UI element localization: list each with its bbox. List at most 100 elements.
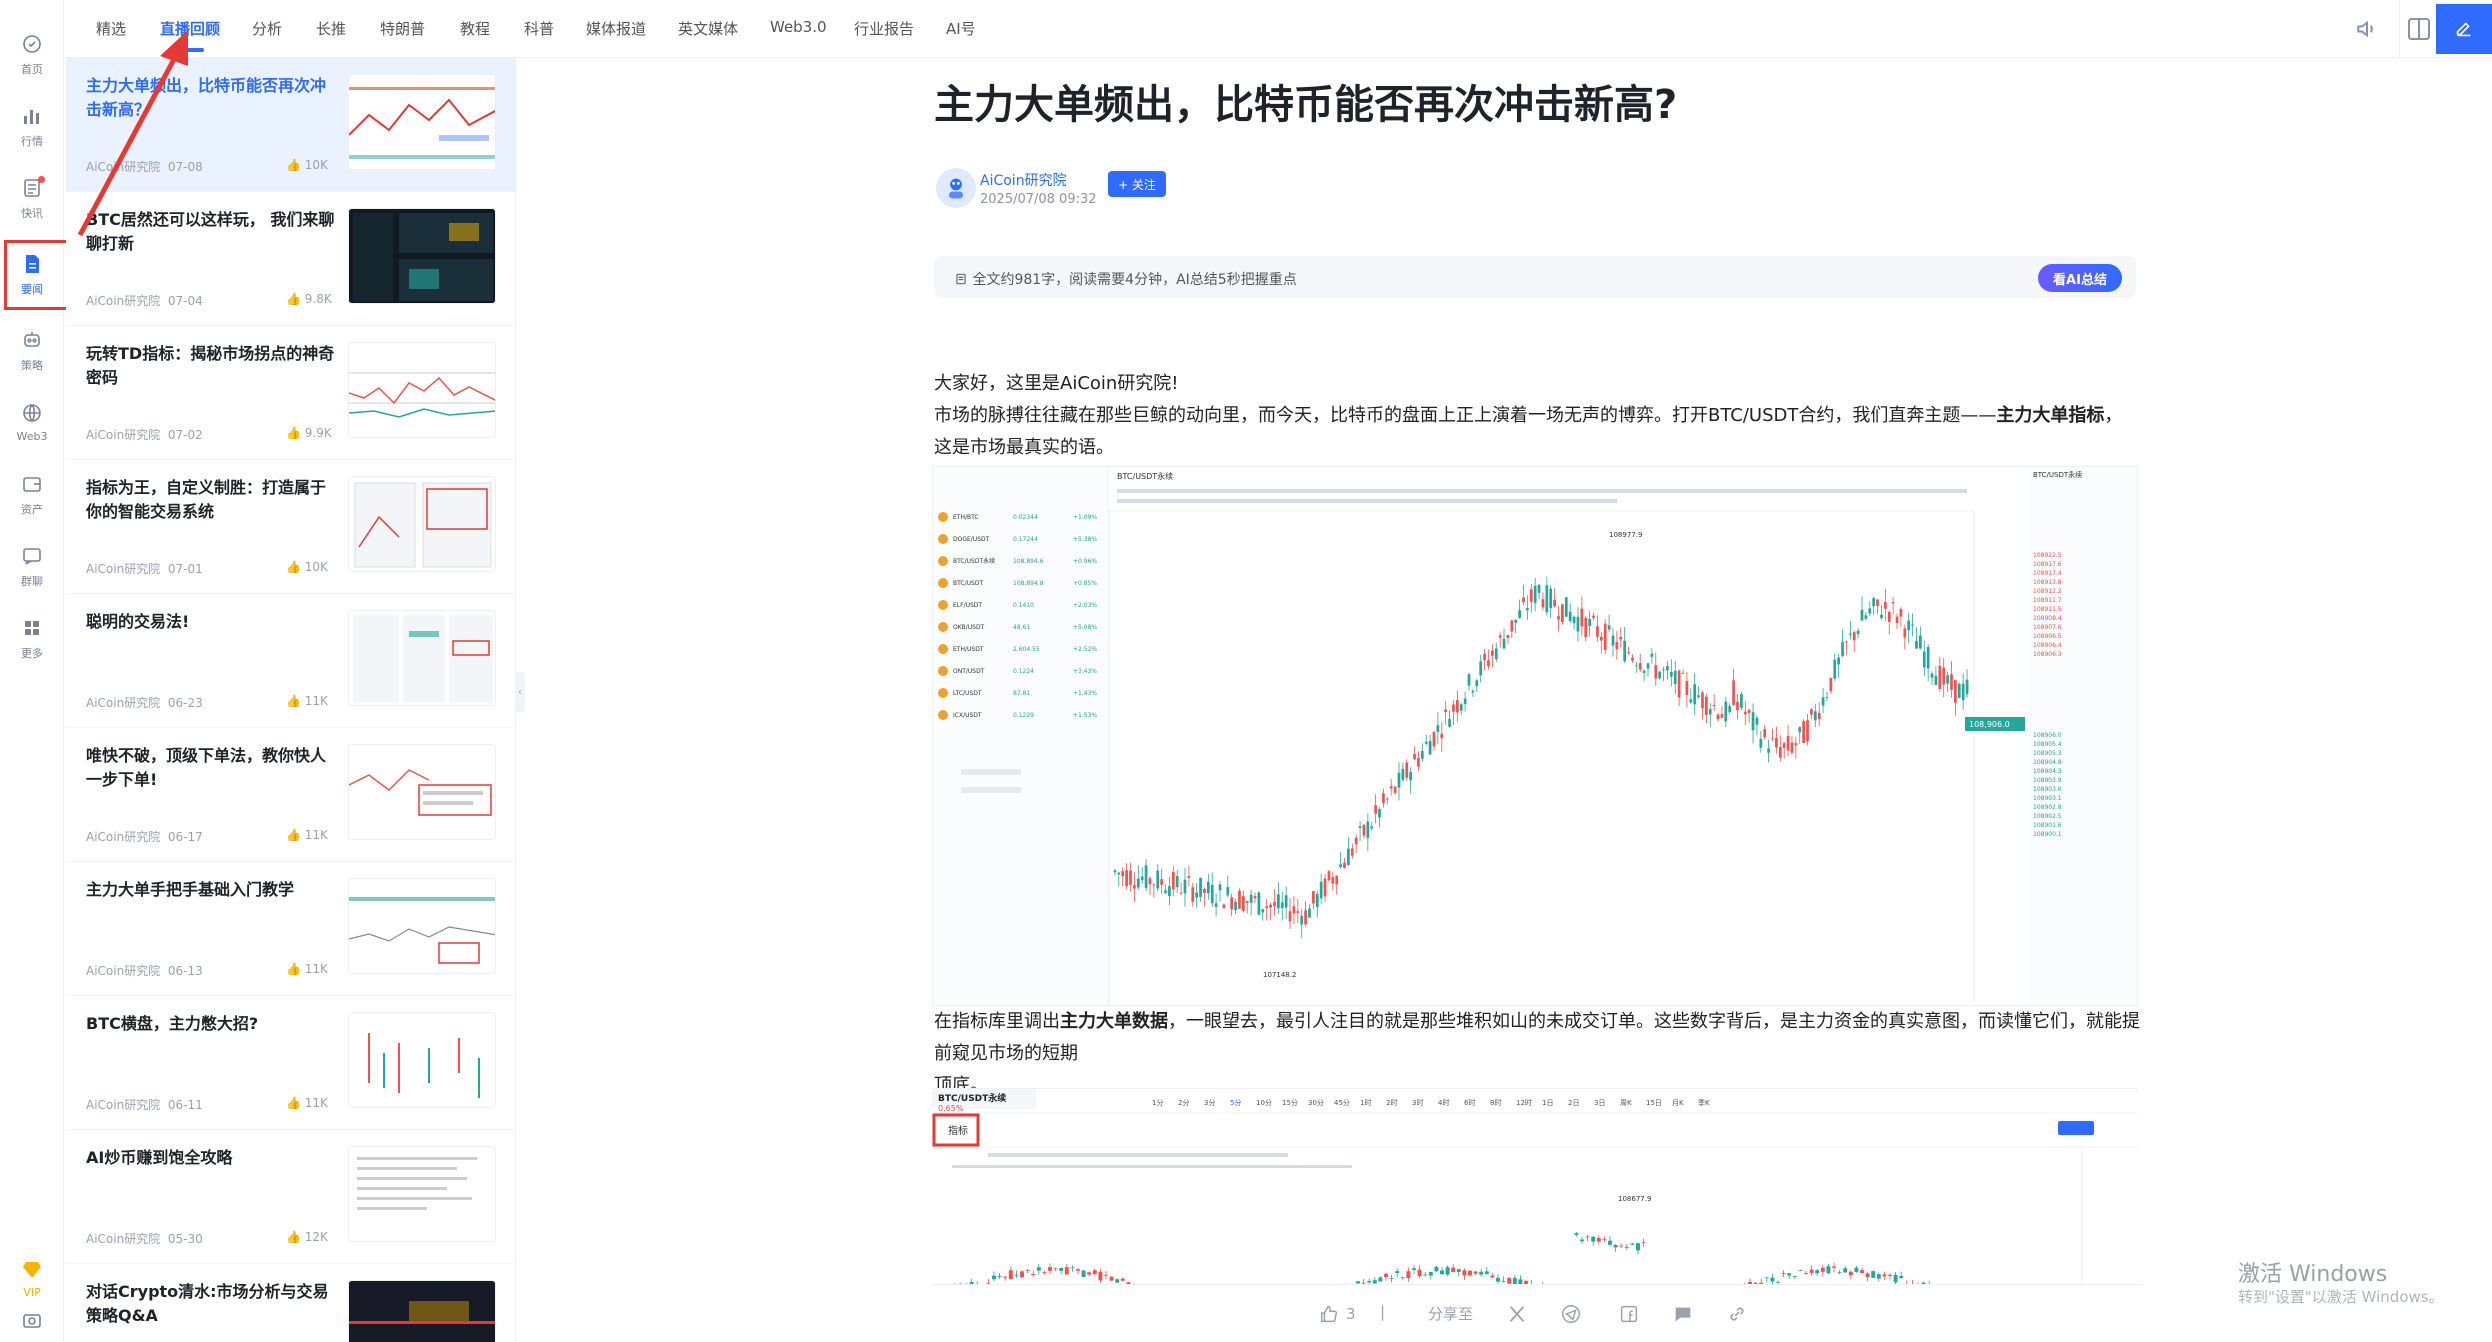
candle-body [1144,865,1148,888]
share-facebook-button[interactable] [1618,1303,1640,1325]
tab-web30[interactable]: Web3.0 [770,18,827,36]
list-item[interactable]: BTC居然还可以这样玩， 我们来聊聊打新 AiCoin研究院 07-04 👍 9… [66,192,515,326]
candle-body [1755,717,1759,725]
telegram-icon [1562,1305,1580,1323]
candle-body [1494,648,1498,660]
candle-body [1479,1271,1484,1275]
list-item-date: 06-23 [167,696,203,710]
collapse-list-handle[interactable]: ‹ [515,672,525,712]
candle-body [1802,720,1805,743]
candle-body [1740,694,1743,708]
share-message-button[interactable] [1672,1303,1694,1325]
timeframe-option: 1时 [1360,1098,1371,1107]
candle-body [1507,1277,1512,1284]
rail-camera[interactable] [0,1300,64,1340]
left-icon-rail: 首页 行情 快讯 要闻 策略 Web3 资产 群聊 更多 VIP [0,0,70,1342]
tab-english-media[interactable]: 英文媒体 [678,18,738,39]
message-icon [1675,1307,1691,1322]
tab-media[interactable]: 媒体报道 [586,18,646,39]
author-name[interactable]: AiCoin研究院 [980,170,1067,190]
shot2-change: 0.65% [938,1104,964,1113]
like-count: 3 [1346,1305,1356,1323]
watch-change: +2.03% [1073,602,1097,609]
like-button[interactable]: 3 [1318,1303,1356,1325]
candle-body [1372,1280,1377,1284]
candle-body [1284,895,1288,908]
coin-icon [938,512,948,522]
candle-body [1304,910,1307,925]
list-item-meta: AiCoin研究院 06-23 [86,694,203,711]
share-telegram-button[interactable] [1560,1303,1582,1325]
candle-body [1347,848,1350,866]
list-item[interactable]: 聪明的交易法! AiCoin研究院 06-23 👍 11K [66,594,515,728]
candle-body [1821,697,1825,706]
candle-body [1354,837,1358,845]
rail-assets[interactable]: 资产 [0,462,64,526]
rail-strategy-label: 策略 [21,358,43,372]
candle-body [1092,1270,1097,1274]
rail-market[interactable]: 行情 [0,94,64,158]
paragraph-greeting: 大家好，这里是AiCoin研究院! [934,373,1179,394]
list-item-author: AiCoin研究院 [86,696,161,710]
candle-body [1406,1271,1411,1279]
tab-ai[interactable]: AI号 [946,18,976,39]
rail-more[interactable]: 更多 [0,606,64,670]
tab-analysis[interactable]: 分析 [252,18,282,39]
candle-body [1747,709,1751,713]
list-item[interactable]: BTC横盘，主力憋大招? AiCoin研究院 06-11 👍 11K [66,996,515,1130]
tab-industry-report[interactable]: 行业报告 [854,18,914,39]
list-item[interactable]: 主力大单手把手基础入门教学 AiCoin研究院 06-13 👍 11K [66,862,515,996]
list-item[interactable]: 唯快不破，顶级下单法，教你快人一步下单! AiCoin研究院 06-17 👍 1… [66,728,515,862]
rail-home[interactable]: 首页 [0,22,64,86]
copy-link-button[interactable] [1726,1303,1748,1325]
rail-strategy[interactable]: 策略 [0,318,64,382]
candle-body [1572,616,1576,623]
list-item-title: BTC居然还可以这样玩， 我们来聊聊打新 [86,210,335,253]
list-item[interactable]: 对话Crypto清水:市场分析与交易策略Q&A [66,1264,515,1342]
candle-body [1432,732,1436,747]
list-item-views: 👍 12K [286,1230,328,1244]
candle-body [1841,642,1844,656]
candle-body [1241,896,1245,912]
list-item[interactable]: 指标为王，自定义制胜：打造属于你的智能交易系统 AiCoin研究院 07-01 … [66,460,515,594]
candle-body [1810,709,1813,715]
watch-change: +2.52% [1073,646,1097,653]
timeframe-option: 4时 [1438,1098,1449,1107]
candle-body [1148,878,1152,885]
candle-body [1462,1270,1467,1276]
tab-science[interactable]: 科普 [524,18,554,39]
candle-body [1498,635,1502,638]
write-post-button[interactable] [2436,4,2492,54]
tab-long-post[interactable]: 长推 [316,18,346,39]
coin-icon [938,710,948,720]
candle-body [1214,903,1218,907]
rail-chat[interactable]: 群聊 [0,534,64,598]
candle-body [1113,870,1117,873]
speaker-icon[interactable] [2352,14,2382,44]
share-x-button[interactable] [1506,1303,1528,1325]
candle-body [1627,652,1630,653]
candle-body [1463,698,1467,705]
candle-body [1864,615,1868,619]
ai-summary-button[interactable]: 看AI总结 [2038,264,2122,292]
tab-featured[interactable]: 精选 [96,18,126,39]
candle-body [1456,1269,1461,1273]
tab-live-replay[interactable]: 直播回顾 [160,18,220,39]
tab-trump[interactable]: 特朗普 [380,18,425,39]
tab-tutorial[interactable]: 教程 [460,18,490,39]
rail-flash[interactable]: 快讯 [0,166,64,230]
list-item[interactable]: AI炒币赚到饱全攻略 AiCoin研究院 05-30 👍 12K [66,1130,515,1264]
layout-toggle-icon[interactable] [2404,14,2434,44]
list-item[interactable]: 玩转TD指标：揭秘市场拐点的神奇密码 AiCoin研究院 07-02 👍 9.9… [66,326,515,460]
candle-body [1922,651,1926,668]
list-item-views: 👍 11K [286,828,328,842]
candle-body [1048,1267,1052,1271]
avatar[interactable] [936,168,976,208]
candle-body [1880,614,1883,619]
candle-body [1203,888,1206,893]
list-item[interactable]: 主力大单频出，比特币能否再次冲击新高？ AiCoin研究院 07-08 👍 10… [66,58,515,192]
candle-body [1366,821,1370,838]
rail-web3[interactable]: Web3 [0,390,64,454]
list-item-thumbnail [348,744,496,840]
follow-button[interactable]: + 关注 [1108,171,1166,197]
